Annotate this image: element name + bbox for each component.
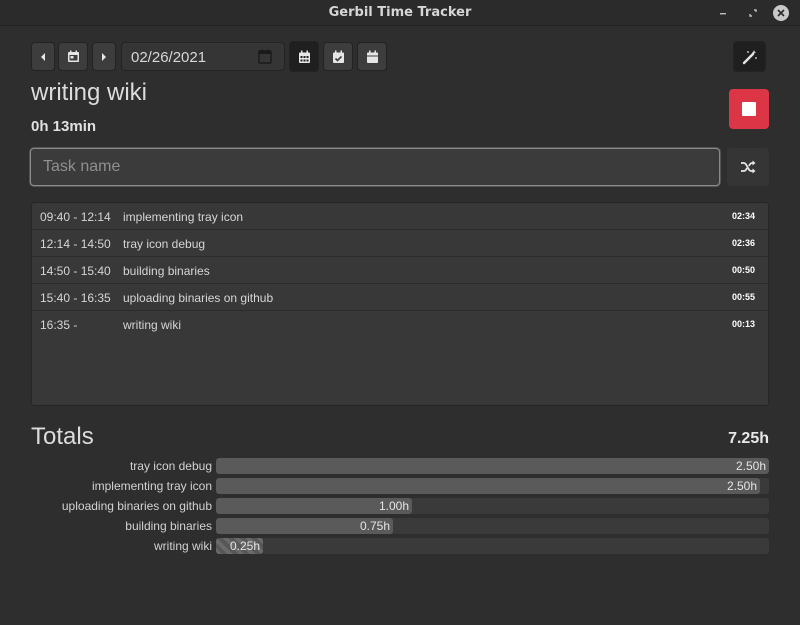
- total-label: tray icon debug: [129, 459, 212, 473]
- title-bar: Gerbil Time Tracker: [0, 0, 800, 26]
- previous-day-button[interactable]: [31, 42, 55, 71]
- calendar-icon: [366, 50, 378, 63]
- shuffle-icon: [741, 160, 756, 174]
- list-item[interactable]: 14:50 - 15:40 building binaries 00:50: [32, 257, 768, 284]
- entry-name: writing wiki: [123, 318, 182, 332]
- entry-time: 14:50 - 15:40: [40, 264, 111, 278]
- magic-button[interactable]: [733, 41, 766, 72]
- total-bar-track: 2.50h: [216, 458, 769, 474]
- totals-title: Totals: [31, 423, 94, 450]
- week-view-button[interactable]: [289, 41, 319, 72]
- date-value[interactable]: 02/26/2021: [131, 49, 206, 66]
- year-view-button[interactable]: [357, 42, 387, 71]
- entry-name: implementing tray icon: [123, 210, 244, 224]
- entry-duration: 02:34: [731, 211, 755, 221]
- total-row: tray icon debug 2.50h: [0, 458, 800, 476]
- stop-icon: [742, 102, 756, 116]
- total-bar-track: 1.00h: [216, 498, 769, 514]
- prev-icon: [41, 52, 45, 61]
- total-label: implementing tray icon: [91, 479, 212, 493]
- total-bar: 0.25h: [216, 538, 263, 554]
- maximize-icon: [749, 9, 757, 17]
- list-item[interactable]: 15:40 - 16:35 uploading binaries on gith…: [32, 284, 768, 311]
- entry-time: 09:40 - 12:14: [40, 210, 111, 224]
- total-label: uploading binaries on github: [61, 499, 212, 513]
- next-day-button[interactable]: [92, 42, 116, 71]
- total-value: 1.00h: [378, 499, 409, 513]
- totals-sum: 7.25h: [728, 430, 769, 447]
- calendar-icon: [67, 50, 79, 62]
- entry-time: 15:40 - 16:35: [40, 291, 111, 305]
- total-value: 0.75h: [359, 519, 390, 533]
- total-bar: 0.75h: [216, 518, 393, 534]
- entry-duration: 00:13: [731, 319, 755, 329]
- total-row: writing wiki 0.25h: [0, 538, 800, 556]
- calendar-icon[interactable]: [258, 49, 272, 64]
- calendar-week-icon: [298, 50, 310, 63]
- close-button[interactable]: [772, 4, 790, 22]
- total-value: 2.50h: [735, 459, 766, 473]
- next-icon: [102, 52, 106, 61]
- total-bar-track: 0.75h: [216, 518, 769, 534]
- total-bar: 2.50h: [216, 458, 769, 474]
- total-bar: 2.50h: [216, 478, 760, 494]
- total-value: 2.50h: [726, 479, 757, 493]
- today-button[interactable]: [58, 42, 88, 71]
- total-bar: 1.00h: [216, 498, 412, 514]
- total-value: 0.25h: [229, 539, 260, 553]
- close-icon: [777, 9, 785, 17]
- entry-duration: 02:36: [731, 238, 755, 248]
- list-item[interactable]: 16:35 - writing wiki 00:13: [32, 311, 768, 338]
- list-item[interactable]: 09:40 - 12:14 implementing tray icon 02:…: [32, 203, 768, 230]
- task-name-input[interactable]: [30, 148, 720, 186]
- entry-name: building binaries: [123, 264, 210, 278]
- shuffle-button[interactable]: [727, 148, 769, 186]
- entry-name: tray icon debug: [123, 237, 206, 251]
- entry-duration: 00:50: [731, 265, 755, 275]
- elapsed-time: 0h 13min: [31, 118, 97, 135]
- minimize-button[interactable]: [714, 4, 732, 22]
- total-row: building binaries 0.75h: [0, 518, 800, 536]
- total-bar-track: 2.50h: [216, 478, 769, 494]
- total-row: uploading binaries on github 1.00h: [0, 498, 800, 516]
- list-item[interactable]: 12:14 - 14:50 tray icon debug 02:36: [32, 230, 768, 257]
- maximize-button[interactable]: [744, 4, 762, 22]
- total-row: implementing tray icon 2.50h: [0, 478, 800, 496]
- current-task-name: writing wiki: [31, 79, 148, 106]
- total-bar-track: 0.25h: [216, 538, 769, 554]
- magic-wand-icon: [742, 49, 757, 64]
- calendar-check-icon: [332, 50, 344, 63]
- total-label: building binaries: [125, 519, 212, 533]
- entry-name: uploading binaries on github: [123, 291, 274, 305]
- month-view-button[interactable]: [323, 42, 353, 71]
- total-label: writing wiki: [153, 539, 212, 553]
- window-title: Gerbil Time Tracker: [328, 5, 472, 20]
- entries-list[interactable]: 09:40 - 12:14 implementing tray icon 02:…: [31, 202, 769, 406]
- date-picker[interactable]: 02/26/2021: [121, 42, 285, 71]
- entry-time: 16:35 -: [40, 318, 78, 332]
- entry-duration: 00:55: [731, 292, 755, 302]
- minimize-icon: [720, 13, 726, 15]
- entry-time: 12:14 - 14:50: [40, 237, 111, 251]
- stop-button[interactable]: [729, 89, 769, 129]
